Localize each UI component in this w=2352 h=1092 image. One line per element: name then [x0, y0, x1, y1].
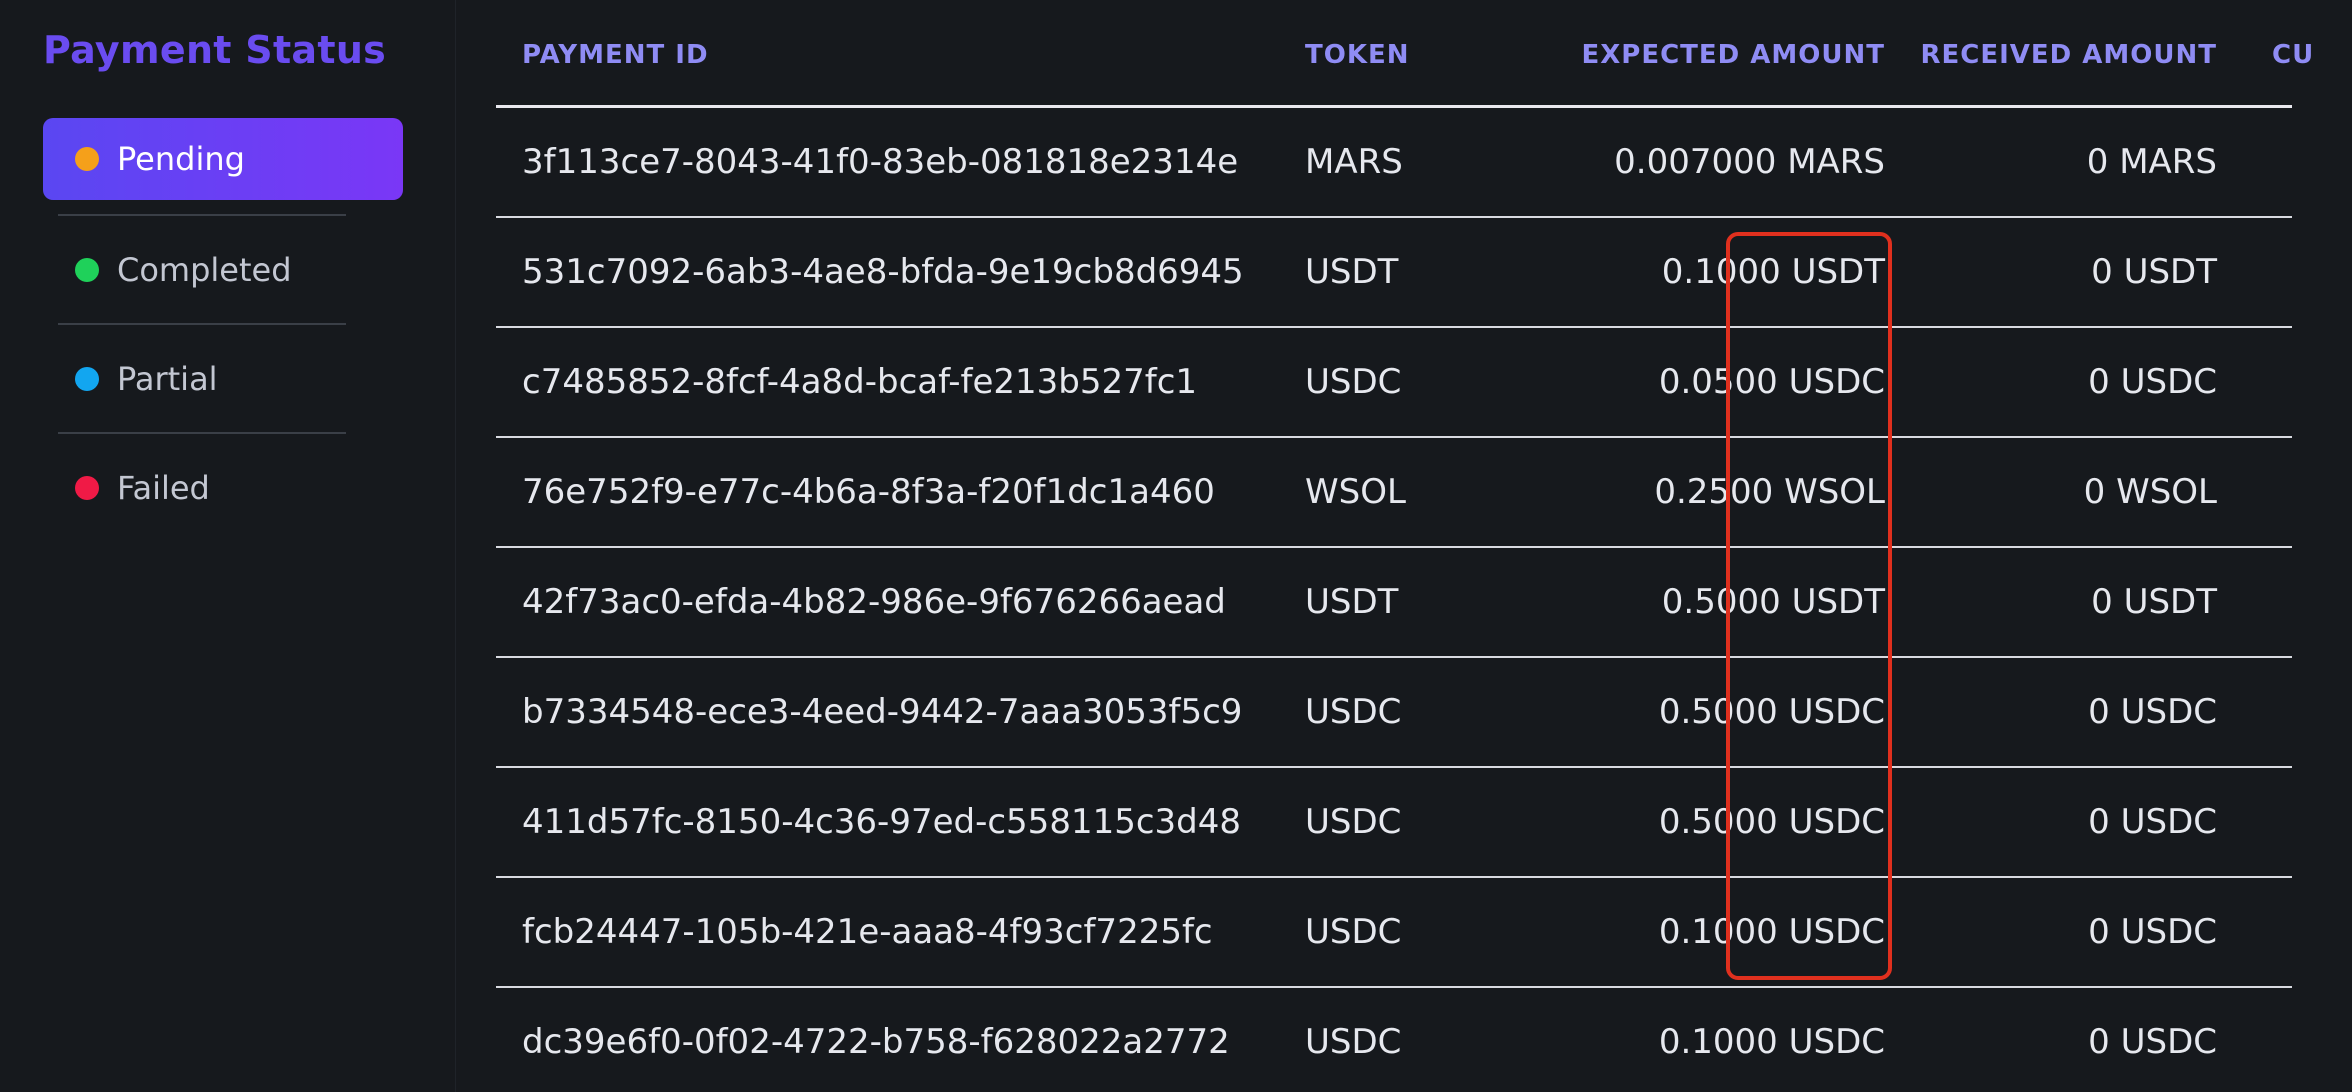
status-dot-icon — [75, 367, 99, 391]
status-filter-pending[interactable]: Pending — [43, 118, 403, 200]
sidebar-title: Payment Status — [43, 28, 387, 72]
status-filter-button[interactable]: Completed — [43, 216, 403, 324]
expected-amount-cell: 0.1000 USDC — [1658, 1022, 1885, 1062]
payment-id-cell: c7485852-8fcf-4a8d-bcaf-fe213b527fc1 — [522, 362, 1198, 402]
payment-id-cell: 76e752f9-e77c-4b6a-8f3a-f20f1dc1a460 — [522, 472, 1215, 512]
expected-amount-cell: 0.1000 USDT — [1661, 252, 1885, 292]
status-filter-button[interactable]: Partial — [43, 325, 403, 433]
token-cell: USDC — [1305, 692, 1402, 732]
status-filter-label: Completed — [117, 251, 292, 289]
status-dot-icon — [75, 258, 99, 282]
received-amount-cell: 0 USDC — [2088, 362, 2217, 402]
expected-amount-cell: 0.5000 USDT — [1661, 582, 1885, 622]
payment-id-cell: 531c7092-6ab3-4ae8-bfda-9e19cb8d6945 — [522, 252, 1244, 292]
received-amount-cell: 0 USDC — [2088, 1022, 2217, 1062]
app-root: Payment Status Pending Completed Partial Fa… — [0, 0, 2352, 1092]
table-row[interactable]: 531c7092-6ab3-4ae8-bfda-9e19cb8d6945 USDT… — [496, 218, 2292, 328]
payment-id-cell: b7334548-ece3-4eed-9442-7aaa3053f5c9 — [522, 692, 1243, 732]
received-amount-cell: 0 USDT — [2091, 582, 2217, 622]
table-row[interactable]: 3f113ce7-8043-41f0-83eb-081818e2314e MARS… — [496, 108, 2292, 218]
payments-table: PAYMENT ID TOKEN EXPECTED AMOUNT RECEIVE… — [496, 0, 2313, 1092]
column-header-received-amount[interactable]: RECEIVED AMOUNT — [1920, 40, 2217, 70]
expected-amount-cell: 0.0500 USDC — [1658, 362, 1885, 402]
column-header-token[interactable]: TOKEN — [1305, 40, 1410, 70]
column-header-payment-id[interactable]: PAYMENT ID — [522, 40, 709, 70]
table-row[interactable]: fcb24447-105b-421e-aaa8-4f93cf7225fc USDC… — [496, 878, 2292, 988]
status-filter-partial[interactable]: Partial — [43, 325, 403, 433]
table-row[interactable]: dc39e6f0-0f02-4722-b758-f628022a2772 USDC… — [496, 988, 2292, 1092]
status-filter-failed[interactable]: Failed — [43, 434, 403, 542]
payment-id-cell: 42f73ac0-efda-4b82-986e-9f676266aead — [522, 582, 1226, 622]
token-cell: WSOL — [1305, 472, 1406, 512]
status-filter-label: Failed — [117, 469, 210, 507]
token-cell: USDC — [1305, 802, 1402, 842]
table-row[interactable]: 411d57fc-8150-4c36-97ed-c558115c3d48 USDC… — [496, 768, 2292, 878]
table-body: 3f113ce7-8043-41f0-83eb-081818e2314e MARS… — [496, 108, 2292, 1092]
expected-amount-cell: 0.2500 WSOL — [1654, 472, 1885, 512]
token-cell: USDC — [1305, 1022, 1402, 1062]
status-filter-completed[interactable]: Completed — [43, 216, 403, 324]
payment-id-cell: 3f113ce7-8043-41f0-83eb-081818e2314e — [522, 142, 1239, 182]
sidebar: Payment Status Pending Completed Partial Fa… — [0, 0, 456, 1092]
token-cell: MARS — [1305, 142, 1403, 182]
status-filter-button[interactable]: Failed — [43, 434, 403, 542]
received-amount-cell: 0 MARS — [2086, 142, 2217, 182]
token-cell: USDT — [1305, 582, 1399, 622]
received-amount-cell: 0 USDC — [2088, 912, 2217, 952]
column-header-expected-amount[interactable]: EXPECTED AMOUNT — [1581, 40, 1885, 70]
status-filter-label: Partial — [117, 360, 218, 398]
expected-amount-cell: 0.007000 MARS — [1614, 142, 1885, 182]
expected-amount-cell: 0.5000 USDC — [1658, 692, 1885, 732]
status-dot-icon — [75, 476, 99, 500]
received-amount-cell: 0 USDC — [2088, 692, 2217, 732]
token-cell: USDT — [1305, 252, 1399, 292]
status-filter-label: Pending — [117, 140, 245, 178]
column-header-truncated[interactable]: CU — [2272, 40, 2314, 70]
expected-amount-cell: 0.1000 USDC — [1658, 912, 1885, 952]
status-dot-icon — [75, 147, 99, 171]
received-amount-cell: 0 WSOL — [2083, 472, 2217, 512]
received-amount-cell: 0 USDC — [2088, 802, 2217, 842]
table-header: PAYMENT ID TOKEN EXPECTED AMOUNT RECEIVE… — [496, 0, 2313, 108]
table-row[interactable]: b7334548-ece3-4eed-9442-7aaa3053f5c9 USDC… — [496, 658, 2292, 768]
table-row[interactable]: 42f73ac0-efda-4b82-986e-9f676266aead USDT… — [496, 548, 2292, 658]
token-cell: USDC — [1305, 912, 1402, 952]
expected-amount-cell: 0.5000 USDC — [1658, 802, 1885, 842]
payment-id-cell: 411d57fc-8150-4c36-97ed-c558115c3d48 — [522, 802, 1242, 842]
status-filter-button[interactable]: Pending — [43, 118, 403, 200]
token-cell: USDC — [1305, 362, 1402, 402]
payment-id-cell: dc39e6f0-0f02-4722-b758-f628022a2772 — [522, 1022, 1230, 1062]
payment-id-cell: fcb24447-105b-421e-aaa8-4f93cf7225fc — [522, 912, 1213, 952]
table-row[interactable]: c7485852-8fcf-4a8d-bcaf-fe213b527fc1 USDC… — [496, 328, 2292, 438]
main-panel: PAYMENT ID TOKEN EXPECTED AMOUNT RECEIVE… — [456, 0, 2352, 1092]
table-row[interactable]: 76e752f9-e77c-4b6a-8f3a-f20f1dc1a460 WSOL… — [496, 438, 2292, 548]
status-filter-list: Pending Completed Partial Failed — [43, 118, 403, 542]
received-amount-cell: 0 USDT — [2091, 252, 2217, 292]
